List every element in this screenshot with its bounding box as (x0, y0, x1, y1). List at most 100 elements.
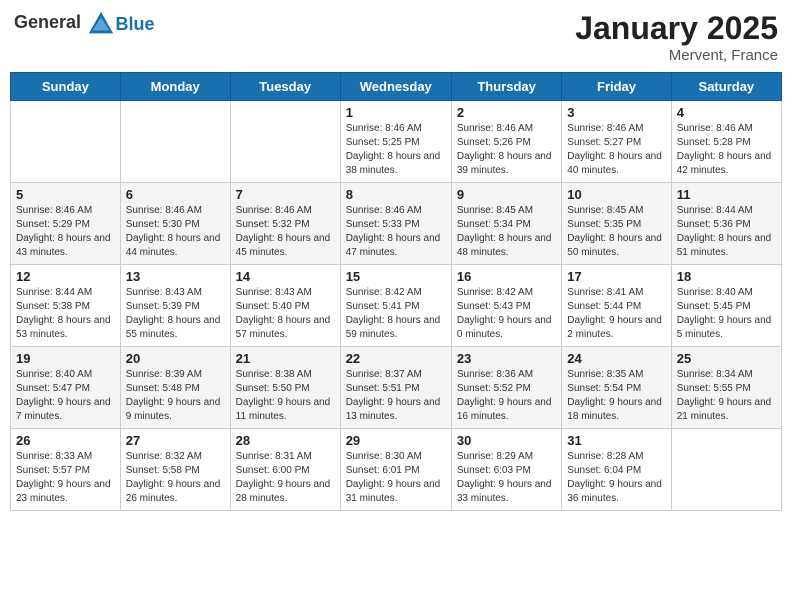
day-number: 8 (346, 187, 446, 202)
calendar-day-cell: 14 Sunrise: 8:43 AMSunset: 5:40 PMDaylig… (230, 265, 340, 347)
day-number: 5 (16, 187, 115, 202)
calendar-day-cell (230, 101, 340, 183)
calendar-day-cell: 19 Sunrise: 8:40 AMSunset: 5:47 PMDaylig… (11, 347, 121, 429)
day-info: Sunrise: 8:46 AMSunset: 5:27 PMDaylight:… (567, 122, 665, 178)
weekday-header: Thursday (451, 73, 561, 101)
day-number: 18 (677, 269, 776, 284)
calendar-week-row: 12 Sunrise: 8:44 AMSunset: 5:38 PMDaylig… (11, 265, 782, 347)
day-number: 31 (567, 433, 665, 448)
day-info: Sunrise: 8:46 AMSunset: 5:30 PMDaylight:… (126, 204, 225, 260)
day-number: 16 (457, 269, 556, 284)
day-number: 2 (457, 105, 556, 120)
calendar-day-cell: 11 Sunrise: 8:44 AMSunset: 5:36 PMDaylig… (671, 183, 781, 265)
calendar-table: SundayMondayTuesdayWednesdayThursdayFrid… (10, 72, 782, 511)
day-info: Sunrise: 8:34 AMSunset: 5:55 PMDaylight:… (677, 368, 776, 424)
day-info: Sunrise: 8:46 AMSunset: 5:29 PMDaylight:… (16, 204, 115, 260)
day-info: Sunrise: 8:31 AMSunset: 6:00 PMDaylight:… (236, 450, 335, 506)
day-number: 28 (236, 433, 335, 448)
calendar-day-cell: 2 Sunrise: 8:46 AMSunset: 5:26 PMDayligh… (451, 101, 561, 183)
day-number: 7 (236, 187, 335, 202)
logo: General Blue (14, 10, 155, 38)
day-number: 26 (16, 433, 115, 448)
day-info: Sunrise: 8:44 AMSunset: 5:38 PMDaylight:… (16, 286, 115, 342)
calendar-day-cell: 30 Sunrise: 8:29 AMSunset: 6:03 PMDaylig… (451, 429, 561, 511)
day-number: 24 (567, 351, 665, 366)
location-title: Mervent, France (575, 47, 778, 64)
calendar-day-cell: 15 Sunrise: 8:42 AMSunset: 5:41 PMDaylig… (340, 265, 451, 347)
day-number: 4 (677, 105, 776, 120)
weekday-header: Wednesday (340, 73, 451, 101)
calendar-day-cell: 6 Sunrise: 8:46 AMSunset: 5:30 PMDayligh… (120, 183, 230, 265)
day-info: Sunrise: 8:43 AMSunset: 5:39 PMDaylight:… (126, 286, 225, 342)
day-info: Sunrise: 8:44 AMSunset: 5:36 PMDaylight:… (677, 204, 776, 260)
calendar-day-cell: 18 Sunrise: 8:40 AMSunset: 5:45 PMDaylig… (671, 265, 781, 347)
calendar-day-cell: 23 Sunrise: 8:36 AMSunset: 5:52 PMDaylig… (451, 347, 561, 429)
day-number: 27 (126, 433, 225, 448)
calendar-day-cell: 5 Sunrise: 8:46 AMSunset: 5:29 PMDayligh… (11, 183, 121, 265)
day-info: Sunrise: 8:46 AMSunset: 5:25 PMDaylight:… (346, 122, 446, 178)
day-number: 21 (236, 351, 335, 366)
calendar-day-cell: 4 Sunrise: 8:46 AMSunset: 5:28 PMDayligh… (671, 101, 781, 183)
weekday-header: Tuesday (230, 73, 340, 101)
day-info: Sunrise: 8:43 AMSunset: 5:40 PMDaylight:… (236, 286, 335, 342)
calendar-day-cell: 13 Sunrise: 8:43 AMSunset: 5:39 PMDaylig… (120, 265, 230, 347)
day-info: Sunrise: 8:46 AMSunset: 5:26 PMDaylight:… (457, 122, 556, 178)
day-info: Sunrise: 8:35 AMSunset: 5:54 PMDaylight:… (567, 368, 665, 424)
calendar-week-row: 26 Sunrise: 8:33 AMSunset: 5:57 PMDaylig… (11, 429, 782, 511)
calendar-day-cell: 9 Sunrise: 8:45 AMSunset: 5:34 PMDayligh… (451, 183, 561, 265)
calendar-week-row: 5 Sunrise: 8:46 AMSunset: 5:29 PMDayligh… (11, 183, 782, 265)
day-info: Sunrise: 8:30 AMSunset: 6:01 PMDaylight:… (346, 450, 446, 506)
day-number: 3 (567, 105, 665, 120)
month-title: January 2025 (575, 10, 778, 47)
day-number: 11 (677, 187, 776, 202)
day-info: Sunrise: 8:37 AMSunset: 5:51 PMDaylight:… (346, 368, 446, 424)
calendar-day-cell: 24 Sunrise: 8:35 AMSunset: 5:54 PMDaylig… (562, 347, 671, 429)
weekday-header: Monday (120, 73, 230, 101)
day-info: Sunrise: 8:36 AMSunset: 5:52 PMDaylight:… (457, 368, 556, 424)
day-info: Sunrise: 8:28 AMSunset: 6:04 PMDaylight:… (567, 450, 665, 506)
day-number: 29 (346, 433, 446, 448)
day-info: Sunrise: 8:33 AMSunset: 5:57 PMDaylight:… (16, 450, 115, 506)
calendar-day-cell: 17 Sunrise: 8:41 AMSunset: 5:44 PMDaylig… (562, 265, 671, 347)
calendar-day-cell: 31 Sunrise: 8:28 AMSunset: 6:04 PMDaylig… (562, 429, 671, 511)
day-info: Sunrise: 8:45 AMSunset: 5:35 PMDaylight:… (567, 204, 665, 260)
title-block: January 2025 Mervent, France (575, 10, 778, 64)
calendar-day-cell: 10 Sunrise: 8:45 AMSunset: 5:35 PMDaylig… (562, 183, 671, 265)
calendar-day-cell (11, 101, 121, 183)
day-number: 30 (457, 433, 556, 448)
calendar-week-row: 1 Sunrise: 8:46 AMSunset: 5:25 PMDayligh… (11, 101, 782, 183)
calendar-day-cell: 27 Sunrise: 8:32 AMSunset: 5:58 PMDaylig… (120, 429, 230, 511)
calendar-day-cell: 21 Sunrise: 8:38 AMSunset: 5:50 PMDaylig… (230, 347, 340, 429)
calendar-day-cell (671, 429, 781, 511)
weekday-header: Saturday (671, 73, 781, 101)
calendar-day-cell: 8 Sunrise: 8:46 AMSunset: 5:33 PMDayligh… (340, 183, 451, 265)
day-info: Sunrise: 8:41 AMSunset: 5:44 PMDaylight:… (567, 286, 665, 342)
day-info: Sunrise: 8:46 AMSunset: 5:32 PMDaylight:… (236, 204, 335, 260)
weekday-header: Friday (562, 73, 671, 101)
calendar-day-cell: 16 Sunrise: 8:42 AMSunset: 5:43 PMDaylig… (451, 265, 561, 347)
calendar-day-cell: 26 Sunrise: 8:33 AMSunset: 5:57 PMDaylig… (11, 429, 121, 511)
day-number: 20 (126, 351, 225, 366)
calendar-day-cell: 7 Sunrise: 8:46 AMSunset: 5:32 PMDayligh… (230, 183, 340, 265)
day-number: 17 (567, 269, 665, 284)
day-number: 6 (126, 187, 225, 202)
day-info: Sunrise: 8:32 AMSunset: 5:58 PMDaylight:… (126, 450, 225, 506)
calendar-day-cell: 3 Sunrise: 8:46 AMSunset: 5:27 PMDayligh… (562, 101, 671, 183)
day-number: 13 (126, 269, 225, 284)
calendar-week-row: 19 Sunrise: 8:40 AMSunset: 5:47 PMDaylig… (11, 347, 782, 429)
day-info: Sunrise: 8:39 AMSunset: 5:48 PMDaylight:… (126, 368, 225, 424)
calendar-day-cell (120, 101, 230, 183)
weekday-header: Sunday (11, 73, 121, 101)
day-number: 14 (236, 269, 335, 284)
logo-blue: Blue (116, 14, 155, 34)
day-info: Sunrise: 8:42 AMSunset: 5:41 PMDaylight:… (346, 286, 446, 342)
calendar-day-cell: 25 Sunrise: 8:34 AMSunset: 5:55 PMDaylig… (671, 347, 781, 429)
day-number: 9 (457, 187, 556, 202)
day-info: Sunrise: 8:40 AMSunset: 5:47 PMDaylight:… (16, 368, 115, 424)
day-number: 1 (346, 105, 446, 120)
day-number: 19 (16, 351, 115, 366)
day-info: Sunrise: 8:45 AMSunset: 5:34 PMDaylight:… (457, 204, 556, 260)
day-number: 25 (677, 351, 776, 366)
day-number: 23 (457, 351, 556, 366)
calendar-day-cell: 29 Sunrise: 8:30 AMSunset: 6:01 PMDaylig… (340, 429, 451, 511)
